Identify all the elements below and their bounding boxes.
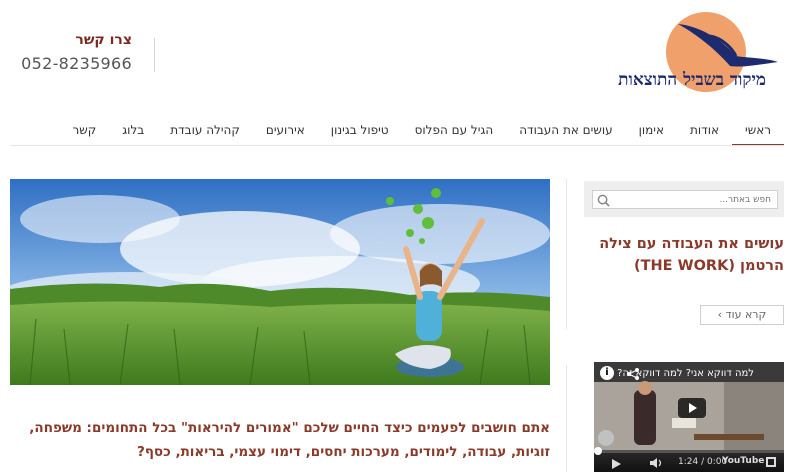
video-player[interactable]: i למה דווקא אני? למה דווקא זה? 1:24 / 0:… [594,362,784,472]
logo-bird-icon [678,24,778,67]
info-icon[interactable]: i [600,366,614,380]
sidebar-heading-line-2: הרטמן (THE WORK) [633,258,784,274]
sidebar-heading[interactable]: עושים את העבודה עם צילה הרטמן (THE WORK) [574,233,784,277]
hero-image [10,179,550,385]
play-icon[interactable] [612,459,621,469]
nav-item-age-plus[interactable]: הגיל עם הפלוס [402,118,507,146]
video-progress-bar[interactable] [594,447,784,455]
search-box [584,181,784,217]
intro-line-1: אתם חושבים לפעמים כיצד החיים שלכם "אמורי… [29,420,550,436]
read-more-button[interactable]: קרא עוד › [700,305,784,325]
nav-item-garden-therapy[interactable]: טיפול בגינון [318,118,402,146]
nav-item-events[interactable]: אירועים [253,118,318,146]
play-overlay-button[interactable] [678,398,706,418]
intro-text: אתם חושבים לפעמים כיצד החיים שלכם "אמורי… [10,416,550,464]
contact-phone[interactable]: 052-8235966 [21,54,132,73]
contact-block: צרו קשר 052-8235966 [21,32,132,73]
video-title[interactable]: למה דווקא אני? למה דווקא זה? [617,368,754,379]
search-icon[interactable] [597,194,610,207]
nav-item-working-community[interactable]: קהילה עובדת [157,118,253,146]
video-time: 1:24 / 0:00 [678,457,728,467]
nav-item-the-work[interactable]: עושים את העבודה [506,118,625,146]
logo-text: מיקוד בשביל התוצאות [618,70,766,90]
fullscreen-icon[interactable] [766,457,776,467]
search-input[interactable] [592,190,778,209]
intro-line-2: זוגיות, עבודה, לימודים, מערכות יחסים, די… [136,444,550,460]
sidebar-divider-lower [566,365,567,472]
nav-item-about[interactable]: אודות [677,118,732,146]
nav-item-coaching[interactable]: אימון [626,118,677,146]
video-controls: 1:24 / 0:00 YouTube [594,447,784,472]
header-divider [154,38,155,72]
youtube-logo[interactable]: YouTube [722,456,764,466]
site-header: מיקוד בשביל התוצאות צרו קשר 052-8235966 [0,0,800,115]
nav-divider [10,145,784,146]
main-nav: ראשי אודות אימון עושים את העבודה הגיל עם… [40,118,784,146]
nav-item-blog[interactable]: בלוג [109,118,157,146]
hero-illustration [10,179,550,385]
video-progress-knob[interactable] [594,447,602,455]
site-logo[interactable]: מיקוד בשביל התוצאות [578,8,788,98]
sidebar-heading-line-1: עושים את העבודה עם צילה [599,236,784,252]
volume-icon[interactable] [650,458,664,468]
nav-item-home[interactable]: ראשי [732,118,784,146]
contact-title[interactable]: צרו קשר [21,32,132,48]
nav-item-contact[interactable]: קשר [59,118,109,146]
sidebar-divider [566,179,567,329]
